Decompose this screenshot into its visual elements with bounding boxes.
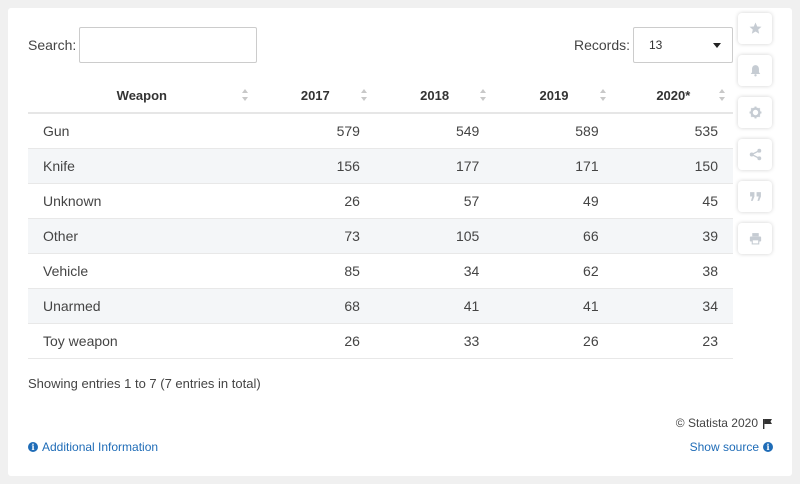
header-weapon[interactable]: Weapon	[28, 78, 256, 114]
share-button[interactable]	[738, 139, 772, 170]
table-row: Toy weapon 26 33 26 23	[28, 323, 733, 359]
value-cell: 23	[613, 323, 733, 359]
value-cell: 39	[613, 218, 733, 254]
header-label: Weapon	[116, 87, 167, 103]
value-cell: 177	[374, 148, 495, 184]
header-label: 2019	[539, 87, 569, 103]
notification-button[interactable]	[738, 55, 772, 86]
value-cell: 34	[613, 288, 733, 324]
header-label: 2017	[300, 87, 330, 103]
cite-button[interactable]	[738, 181, 772, 212]
table-header-row: Weapon 2017 2018 2019 2020*	[28, 78, 733, 114]
table-row: Vehicle 85 34 62 38	[28, 253, 733, 289]
records-label: Records:	[574, 37, 631, 53]
value-cell: 57	[374, 183, 495, 219]
info-icon: i	[763, 442, 773, 452]
header-2020[interactable]: 2020*	[613, 78, 733, 114]
entries-summary: Showing entries 1 to 7 (7 entries in tot…	[28, 376, 261, 391]
gear-icon	[749, 106, 761, 119]
value-cell: 33	[374, 323, 495, 359]
sidebar-toolbar	[738, 13, 772, 265]
weapon-cell: Gun	[28, 113, 256, 149]
additional-information-link[interactable]: i Additional Information	[28, 440, 158, 454]
data-table: Weapon 2017 2018 2019 2020* Gun 579 549 …	[28, 78, 733, 359]
value-cell: 45	[613, 183, 733, 219]
value-cell: 68	[255, 288, 375, 324]
table-row: Unknown 26 57 49 45	[28, 183, 733, 219]
weapon-cell: Unknown	[28, 183, 256, 219]
header-label: 2020*	[656, 87, 691, 103]
weapon-cell: Toy weapon	[28, 323, 256, 359]
table-row: Unarmed 68 41 41 34	[28, 288, 733, 324]
records-select[interactable]: 13	[633, 27, 733, 63]
settings-button[interactable]	[738, 97, 772, 128]
value-cell: 85	[255, 253, 375, 289]
star-icon	[749, 22, 761, 34]
value-cell: 150	[613, 148, 733, 184]
value-cell: 73	[255, 218, 375, 254]
value-cell: 62	[494, 253, 614, 289]
search-label: Search:	[28, 37, 77, 53]
value-cell: 26	[255, 323, 375, 359]
info-icon: i	[28, 442, 38, 452]
value-cell: 579	[255, 113, 375, 149]
sort-icon	[599, 89, 606, 101]
header-2018[interactable]: 2018	[374, 78, 495, 114]
value-cell: 49	[494, 183, 614, 219]
value-cell: 66	[494, 218, 614, 254]
header-label: 2018	[420, 87, 450, 103]
value-cell: 171	[494, 148, 614, 184]
value-cell: 105	[374, 218, 495, 254]
additional-information-label: Additional Information	[42, 440, 159, 454]
value-cell: 41	[494, 288, 614, 324]
caret-down-icon	[713, 43, 721, 48]
value-cell: 589	[494, 113, 614, 149]
weapon-cell: Vehicle	[28, 253, 256, 289]
show-source-label: Show source	[689, 440, 759, 454]
copyright-text: © Statista 2020	[675, 416, 758, 430]
value-cell: 26	[494, 323, 614, 359]
weapon-cell: Knife	[28, 148, 256, 184]
value-cell: 26	[255, 183, 375, 219]
header-2019[interactable]: 2019	[494, 78, 614, 114]
value-cell: 156	[255, 148, 375, 184]
share-icon	[749, 148, 761, 161]
sort-icon	[480, 89, 487, 101]
weapon-cell: Other	[28, 218, 256, 254]
copyright[interactable]: © Statista 2020	[676, 416, 773, 430]
records-value: 13	[649, 38, 663, 52]
value-cell: 38	[613, 253, 733, 289]
table-row: Other 73 105 66 39	[28, 218, 733, 254]
value-cell: 41	[374, 288, 495, 324]
value-cell: 549	[374, 113, 495, 149]
value-cell: 34	[374, 253, 495, 289]
header-2017[interactable]: 2017	[255, 78, 375, 114]
sort-icon	[360, 89, 367, 101]
print-button[interactable]	[738, 223, 772, 254]
search-input[interactable]	[79, 27, 257, 63]
flag-icon	[763, 418, 772, 429]
show-source-link[interactable]: Show source i	[690, 440, 773, 454]
print-icon	[749, 233, 761, 245]
sort-icon	[719, 89, 725, 101]
table-row: Knife 156 177 171 150	[28, 148, 733, 184]
value-cell: 535	[613, 113, 733, 149]
quote-icon	[749, 192, 761, 201]
weapon-cell: Unarmed	[28, 288, 256, 324]
bell-icon	[750, 65, 760, 77]
table-row: Gun 579 549 589 535	[28, 113, 733, 149]
favorite-button[interactable]	[738, 13, 772, 44]
statistic-card: Search: Records: 13 Weapon 2017 2018 201…	[8, 8, 792, 476]
sort-icon	[241, 89, 248, 101]
